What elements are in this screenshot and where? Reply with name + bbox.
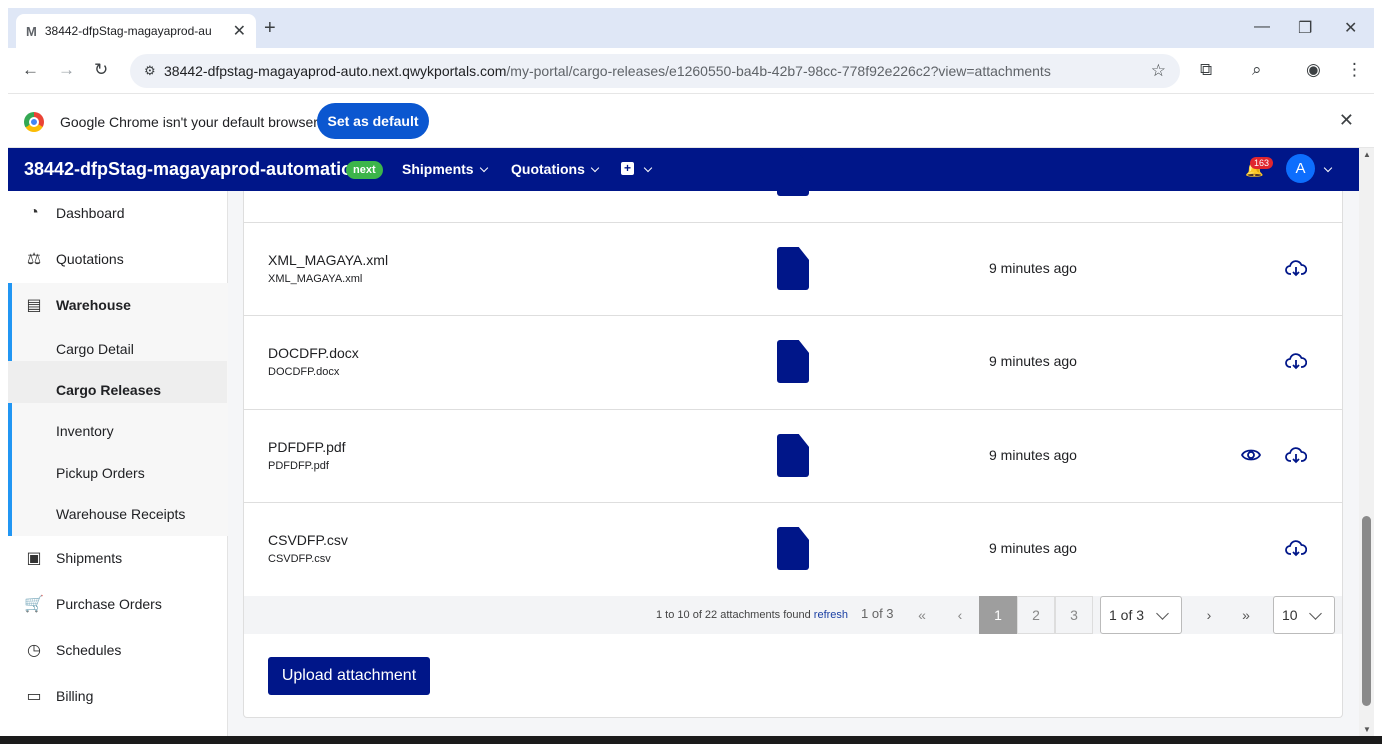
attachment-filename: DOCDFP.docx [268,366,340,378]
first-page-icon[interactable]: « [903,596,941,634]
dashboard-icon: ◔ [29,204,39,221]
clock-icon: ◷ [27,642,41,659]
back-icon[interactable]: ← [22,60,39,80]
file-icon [777,340,809,383]
attachment-name: XML_MAGAYA.xml [268,252,389,268]
sidebar-item-pickup-orders[interactable]: Pickup Orders [56,465,145,481]
infobar-close-icon[interactable]: ✕ [1339,110,1354,131]
sidebar-item-cargo-releases[interactable]: Cargo Releases [56,382,161,398]
sidebar-item-shipments[interactable]: ▣ Shipments [8,536,228,580]
cloud-download-icon[interactable] [1285,539,1307,557]
forward-icon[interactable]: → [58,60,75,80]
reload-icon[interactable]: ↻ [94,60,108,80]
tab-title: 38442-dfpStag-magayaprod-au [44,24,212,38]
browser-toolbar: ← → ↻ ⚙ 38442-dfpstag-magayaprod-auto.ne… [8,48,1374,94]
scroll-up-icon[interactable]: ▲ [1363,150,1371,159]
file-icon [777,153,809,196]
attachment-name: DOCDFP.docx [268,345,359,361]
pagination-info: 1 to 10 of 22 attachments found refresh [656,609,849,621]
main-content: XML_MAGAYA.xml XML_MAGAYA.xml 9 minutes … [228,153,1359,736]
next-page-icon[interactable]: › [1190,596,1228,634]
sidebar-item-dashboard[interactable]: ◔ Dashboard [8,191,228,235]
close-tab-icon[interactable]: ✕ [233,21,246,41]
shipments-icon: ▣ [26,550,42,567]
quotations-icon: ⚖ [26,251,42,268]
attachment-filename: XML_MAGAYA.xml [268,273,363,285]
table-row [244,129,1342,223]
page-size-select[interactable]: 10 [1273,596,1335,634]
upload-attachment-button[interactable]: Upload attachment [268,657,430,695]
attachment-time: 9 minutes ago [989,260,1077,276]
profile-icon[interactable]: ◉ [1306,60,1321,80]
page-of-text: 1 of 3 [861,606,894,621]
sidebar: ◔ Dashboard ⚖ Quotations ▤ Warehouse Car… [8,191,228,736]
attachment-name: PDFDFP.pdf [268,439,346,455]
scroll-down-icon[interactable]: ▼ [1363,725,1371,734]
eye-icon[interactable] [1241,447,1261,463]
warehouse-icon: ▤ [26,297,42,314]
table-row: PDFDFP.pdf PDFDFP.pdf 9 minutes ago [244,409,1342,503]
os-taskbar [0,736,1382,744]
cloud-download-icon[interactable] [1285,352,1307,370]
page-1-button[interactable]: 1 [979,596,1017,634]
sidebar-item-warehouse[interactable]: ▤ Warehouse [8,283,228,327]
attachments-card: XML_MAGAYA.xml XML_MAGAYA.xml 9 minutes … [243,153,1343,718]
browser-tabstrip: M 38442-dfpStag-magayaprod-au ✕ + — ❐ ✕ [8,8,1374,48]
close-window-icon[interactable]: ✕ [1344,18,1357,38]
page-scrollbar[interactable]: ▲ ▼ [1359,148,1374,736]
bookmark-star-icon[interactable]: ☆ [1151,61,1166,81]
file-icon [777,434,809,477]
menu-kebab-icon[interactable]: ⋮ [1346,60,1363,80]
page-3-button[interactable]: 3 [1055,596,1093,634]
scrollbar-thumb[interactable] [1362,516,1371,706]
cloud-download-icon[interactable] [1285,446,1307,464]
pagination-bar: 1 to 10 of 22 attachments found refresh … [244,596,1342,634]
cart-icon: 🛒 [24,596,44,613]
new-tab-icon[interactable]: + [264,17,276,40]
restore-icon[interactable]: ❐ [1298,18,1312,38]
cloud-download-icon[interactable] [1285,259,1307,277]
attachment-time: 9 minutes ago [989,447,1077,463]
table-row: DOCDFP.docx DOCDFP.docx 9 minutes ago [244,315,1342,409]
page-select[interactable]: 1 of 3 [1100,596,1182,634]
infobar-text: Google Chrome isn't your default browser [60,114,318,130]
sidebar-item-purchase-orders[interactable]: 🛒 Purchase Orders [8,582,228,626]
site-info-icon[interactable]: ⚙ [144,63,156,79]
table-row: CSVDFP.csv CSVDFP.csv 9 minutes ago [244,502,1342,596]
tab-search-icon[interactable]: ⌕ [1252,60,1262,80]
attachment-time: 9 minutes ago [989,353,1077,369]
attachment-time: 9 minutes ago [989,540,1077,556]
attachment-name: CSVDFP.csv [268,532,348,548]
browser-tab[interactable]: M 38442-dfpStag-magayaprod-au ✕ [16,14,256,48]
tab-favicon: M [26,23,37,39]
minimize-icon[interactable]: — [1254,18,1270,36]
last-page-icon[interactable]: » [1227,596,1265,634]
sidebar-item-inventory[interactable]: Inventory [56,423,114,439]
attachment-filename: CSVDFP.csv [268,553,331,565]
url-text: 38442-dfpstag-magayaprod-auto.next.qwykp… [164,63,1051,79]
sidebar-item-schedules[interactable]: ◷ Schedules [8,628,228,672]
table-row: XML_MAGAYA.xml XML_MAGAYA.xml 9 minutes … [244,222,1342,316]
address-bar[interactable]: ⚙ 38442-dfpstag-magayaprod-auto.next.qwy… [130,54,1180,88]
sidebar-item-cargo-detail[interactable]: Cargo Detail [56,341,134,357]
refresh-link[interactable]: refresh [814,609,848,621]
sidebar-item-billing[interactable]: ▭ Billing [8,674,228,718]
sidebar-item-quotations[interactable]: ⚖ Quotations [8,237,228,281]
billing-icon: ▭ [26,688,42,705]
sidebar-item-warehouse-receipts[interactable]: Warehouse Receipts [56,506,185,522]
chevron-down-icon [1156,607,1169,620]
page-2-button[interactable]: 2 [1017,596,1055,634]
file-icon [777,527,809,570]
chrome-logo-icon [24,112,44,132]
attachment-filename: PDFDFP.pdf [268,460,329,472]
chevron-down-icon [1309,607,1322,620]
file-icon [777,247,809,290]
extensions-icon[interactable]: ⧉ [1200,60,1212,80]
prev-page-icon[interactable]: ‹ [941,596,979,634]
